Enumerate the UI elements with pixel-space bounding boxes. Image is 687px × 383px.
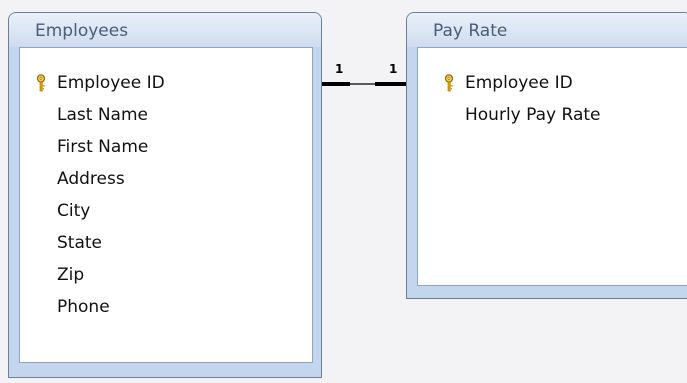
field-label: Hourly Pay Rate [465, 105, 601, 125]
field-label: Address [57, 169, 125, 189]
employees-field-list[interactable]: Employee ID Last Name First Name Address… [19, 47, 313, 363]
cardinality-right: 1 [389, 62, 397, 76]
field-label: Employee ID [465, 73, 573, 93]
key-icon [444, 74, 454, 92]
cardinality-left: 1 [335, 62, 343, 76]
field-city[interactable]: City [20, 195, 310, 227]
employees-table[interactable]: Employees Employee ID Last Name First Na… [8, 12, 322, 378]
field-zip[interactable]: Zip [20, 259, 310, 291]
pay-rate-table-title[interactable]: Pay Rate [407, 13, 687, 47]
field-phone[interactable]: Phone [20, 291, 310, 323]
key-icon [36, 74, 46, 92]
employees-table-title[interactable]: Employees [9, 13, 321, 47]
field-label: Employee ID [57, 73, 165, 93]
field-label: City [57, 201, 91, 221]
field-state[interactable]: State [20, 227, 310, 259]
pay-rate-field-list[interactable]: Employee ID Hourly Pay Rate [417, 47, 687, 286]
field-address[interactable]: Address [20, 163, 310, 195]
field-employee-id[interactable]: Employee ID [418, 67, 687, 99]
field-label: Last Name [57, 105, 148, 125]
field-label: Phone [57, 297, 110, 317]
field-first-name[interactable]: First Name [20, 131, 310, 163]
field-label: State [57, 233, 102, 253]
field-label: Zip [57, 265, 85, 285]
field-label: First Name [57, 137, 149, 157]
pay-rate-table[interactable]: Pay Rate Employee ID Hourly Pay Rate [406, 12, 687, 299]
field-hourly-pay-rate[interactable]: Hourly Pay Rate [418, 99, 687, 131]
field-last-name[interactable]: Last Name [20, 99, 310, 131]
field-employee-id[interactable]: Employee ID [20, 67, 310, 99]
